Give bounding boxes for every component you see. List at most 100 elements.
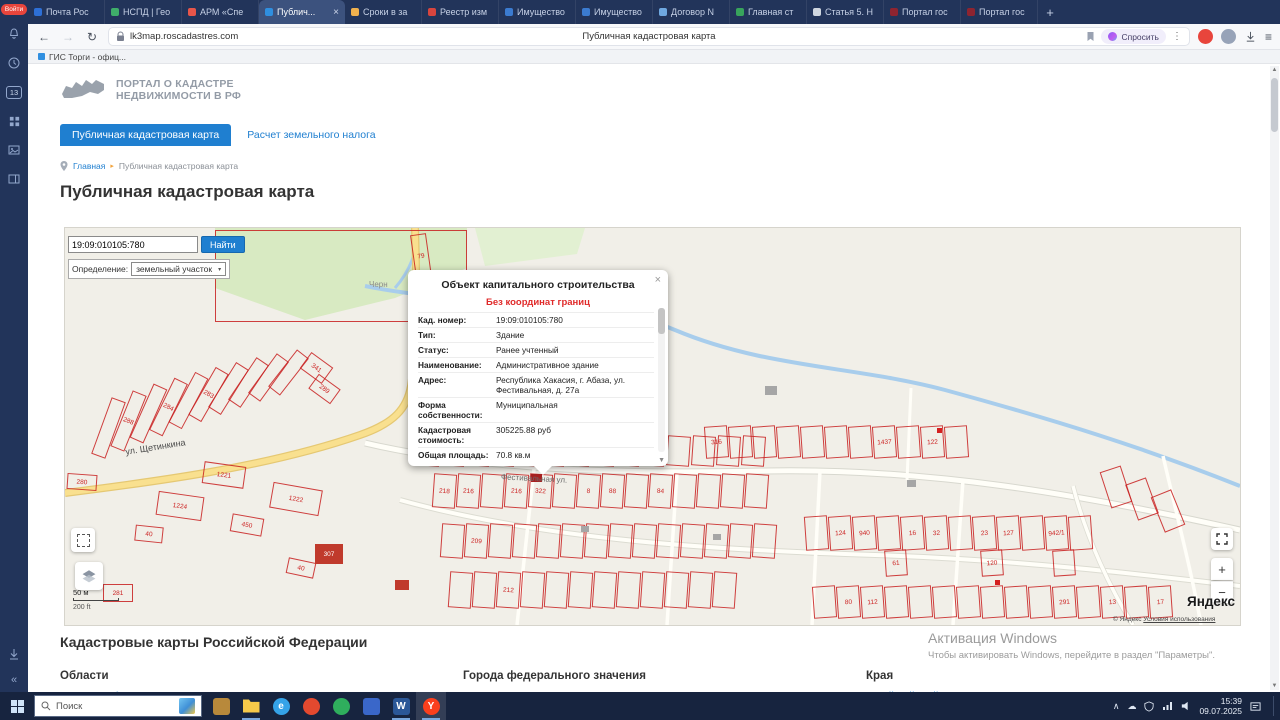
taskbar-app-blue[interactable] [356,692,386,720]
cadastral-parcel[interactable] [800,425,825,459]
toolbar-downloads-icon[interactable] [1244,30,1257,43]
map-building[interactable] [765,386,777,395]
bookmark-flag-icon[interactable] [1086,31,1095,42]
cadastral-parcel[interactable]: 291 [1052,585,1077,619]
browser-tab[interactable]: Имущество [576,0,653,24]
cadastral-parcel[interactable] [640,571,665,609]
cadastral-parcel[interactable] [520,571,545,609]
cadastral-parcel[interactable]: 120 [980,549,1004,576]
cadastral-parcel[interactable] [632,523,657,559]
cadastral-parcel[interactable] [896,425,921,459]
taskbar-search[interactable]: Поиск [34,695,202,717]
news-widget-icon[interactable] [179,698,195,714]
taskbar-app-yandex[interactable]: Y [416,692,446,720]
popup-close-icon[interactable]: × [655,274,661,286]
cadastral-parcel[interactable] [728,425,753,459]
browser-tab[interactable]: Сроки в за [345,0,422,24]
map-building[interactable] [713,534,721,540]
cadastral-parcel[interactable]: 32 [924,515,949,551]
object-type-select[interactable]: земельный участок ▾ [131,262,226,276]
volume-icon[interactable] [1181,701,1191,711]
taskbar-clock[interactable]: 15:39 09.07.2025 [1199,696,1242,716]
zoom-in-button[interactable]: + [1211,558,1233,580]
cadastral-parcel[interactable] [720,473,745,509]
cadastral-parcel[interactable] [752,523,777,559]
map-building[interactable] [395,580,409,590]
cadastral-parcel[interactable] [616,571,641,609]
address-bar[interactable]: lk3map.roscadastres.com Публичная кадаст… [108,27,1190,46]
cadastral-parcel[interactable]: 84 [648,473,673,509]
cadastral-parcel[interactable] [696,473,721,509]
cadastral-parcel[interactable] [908,585,933,619]
cadastral-parcel[interactable]: 940 [852,515,877,551]
cadastral-parcel[interactable] [512,523,537,559]
cadastral-parcel[interactable] [932,585,957,619]
map-building[interactable] [907,480,916,487]
map-canvas[interactable]: 2182162163228888420921231614371221249401… [65,228,1240,625]
cadastral-parcel[interactable] [552,473,577,509]
popup-scrollbar-thumb[interactable] [658,308,665,334]
taskbar-app-explorer[interactable] [236,692,266,720]
back-button[interactable]: ← [36,30,52,44]
browser-tab[interactable]: Имущество [499,0,576,24]
popup-scroll-down-icon[interactable]: ▼ [658,457,665,464]
page-scrollbar[interactable]: ▲ ▼ [1270,66,1279,690]
cadastral-parcel[interactable] [1020,515,1045,551]
cadastral-parcel[interactable] [688,571,713,609]
cadastral-parcel[interactable] [1028,585,1053,619]
ask-alice-button[interactable]: Спросить [1101,29,1166,44]
tab-close-icon[interactable]: × [333,7,339,18]
map-building[interactable]: 307 [315,544,343,564]
cadastral-parcel[interactable] [752,425,777,459]
cadastral-search-input[interactable] [68,236,198,253]
layers-button[interactable] [75,562,103,590]
map-building[interactable] [531,474,542,482]
cadastral-parcel[interactable]: 88 [600,473,625,509]
cadastral-parcel[interactable] [956,585,981,619]
map-building[interactable] [995,580,1000,585]
cadastral-parcel[interactable] [472,571,497,609]
cadastral-parcel[interactable] [440,523,465,559]
popup-scrollbar[interactable] [658,308,665,452]
cadastral-parcel[interactable] [624,473,649,509]
cadastral-parcel[interactable] [1068,515,1093,551]
downloads-icon[interactable] [4,644,24,664]
forward-button[interactable]: → [60,30,76,44]
cadastral-parcel[interactable] [948,515,973,551]
tab-land-tax-calc[interactable]: Расчет земельного налога [247,129,375,141]
cadastral-parcel[interactable]: 13 [1100,585,1125,619]
measure-tool-button[interactable] [71,528,95,552]
cadastral-parcel[interactable] [664,571,689,609]
cadastral-parcel[interactable] [712,571,737,609]
cadastral-parcel[interactable]: 127 [996,515,1021,551]
page-scrollbar-thumb[interactable] [1271,78,1278,132]
cloud-icon[interactable]: ☁ [1127,701,1136,712]
cadastral-parcel[interactable] [672,473,697,509]
cadastral-parcel[interactable] [884,585,909,619]
network-icon[interactable] [1162,701,1173,711]
cadastral-parcel[interactable] [1124,585,1149,619]
cadastral-parcel[interactable] [980,585,1005,619]
shield-icon[interactable] [1144,701,1154,712]
cadastral-parcel[interactable] [1052,549,1076,576]
tab-public-cadastral-map[interactable]: Публичная кадастровая карта [60,124,231,146]
cadastral-parcel[interactable] [1004,585,1029,619]
browser-tab[interactable]: Главная ст [730,0,807,24]
cadastral-parcel[interactable] [608,523,633,559]
cadastral-parcel[interactable] [666,435,691,467]
browser-tab[interactable]: Договор N [653,0,730,24]
map-building[interactable] [937,428,942,433]
cadastral-parcel[interactable]: 124 [828,515,853,551]
browser-tab[interactable]: НСПД | Гео [105,0,182,24]
tray-expand-icon[interactable]: ∧ [1113,701,1120,712]
cadastral-parcel[interactable] [656,523,681,559]
new-tab-button[interactable]: + [1038,0,1062,24]
taskbar-app-gov[interactable] [206,692,236,720]
cadastral-parcel[interactable]: 16 [900,515,925,551]
cadastral-parcel[interactable] [592,571,617,609]
cadastral-parcel[interactable]: 280 [66,473,97,491]
cadastral-parcel[interactable] [536,523,561,559]
cadastral-parcel[interactable] [824,425,849,459]
browser-tab[interactable]: Портал гос [884,0,961,24]
cadastral-parcel[interactable]: 61 [884,549,908,576]
